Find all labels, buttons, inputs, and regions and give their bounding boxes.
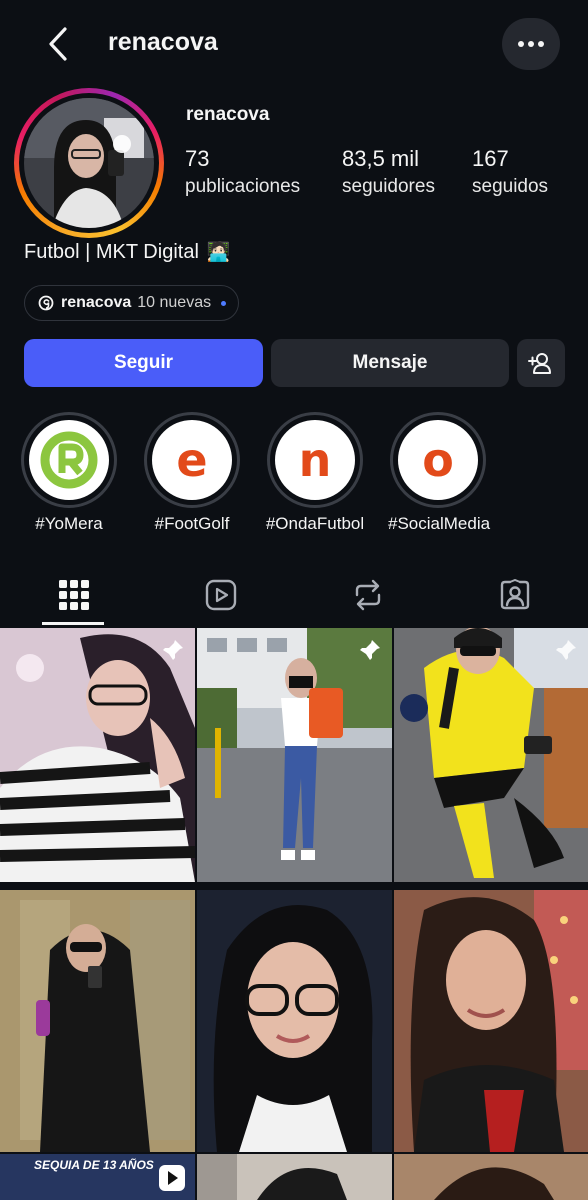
- highlight-letter: o: [422, 433, 454, 487]
- tab-grid[interactable]: [0, 566, 147, 624]
- tab-reels[interactable]: [147, 566, 294, 624]
- highlight-label: #FootGolf: [154, 514, 230, 533]
- post-tile[interactable]: [394, 1154, 588, 1200]
- pin-icon: [360, 640, 380, 660]
- highlight-ondafutbol[interactable]: n #OndaFutbol: [265, 412, 365, 534]
- posts-stat[interactable]: 73 publicaciones: [185, 146, 300, 198]
- reel-play-icon: [159, 1165, 185, 1191]
- page-title: renacova: [108, 28, 218, 56]
- add-person-icon: [528, 353, 551, 374]
- active-tab-indicator: [42, 622, 104, 625]
- reels-icon: [205, 579, 236, 611]
- following-stat[interactable]: 167 seguidos: [472, 146, 548, 198]
- highlight-letter: e: [176, 433, 208, 487]
- highlight-label: #SocialMedia: [388, 514, 491, 533]
- highlight-letter: n: [298, 433, 332, 487]
- following-label: seguidos: [472, 176, 549, 197]
- video-banner-text: SEQUIA DE 13 AÑOS: [34, 1158, 154, 1172]
- posts-count: 73: [185, 146, 210, 171]
- following-count: 167: [472, 146, 509, 171]
- profile-bio: Futbol | MKT Digital 🧑🏻‍💻: [24, 240, 231, 264]
- profile-tabs: [0, 566, 588, 626]
- pin-icon: [556, 640, 576, 660]
- follow-button[interactable]: Seguir: [24, 339, 263, 387]
- post-tile[interactable]: [197, 1154, 392, 1200]
- threads-username: renacova: [61, 294, 132, 311]
- followers-label: seguidores: [342, 176, 435, 197]
- pin-icon: [163, 640, 183, 660]
- post-tile[interactable]: [197, 890, 392, 1152]
- post-tile[interactable]: SEQUIA DE 13 AÑOS: [0, 1154, 195, 1200]
- yomera-logo-icon: [35, 426, 103, 494]
- highlight-label: #YoMera: [35, 514, 103, 533]
- tab-reposts[interactable]: [294, 566, 441, 624]
- back-button[interactable]: [40, 24, 76, 64]
- followers-stat[interactable]: 83,5 mil seguidores: [342, 146, 435, 198]
- chevron-left-icon: [49, 27, 67, 61]
- threads-new-count: 10 nuevas: [137, 294, 212, 311]
- post-tile[interactable]: [197, 628, 392, 882]
- post-tile[interactable]: [394, 628, 588, 882]
- more-options-button[interactable]: [502, 18, 560, 70]
- posts-label: publicaciones: [185, 176, 301, 197]
- highlight-label: #OndaFutbol: [265, 514, 365, 533]
- tab-tagged[interactable]: [441, 566, 588, 624]
- avatar-image: [24, 98, 154, 228]
- threads-badge[interactable]: renacova 10 nuevas: [24, 285, 240, 321]
- avatar[interactable]: [14, 88, 164, 238]
- post-tile[interactable]: [394, 890, 588, 1152]
- reposts-icon: [355, 579, 380, 611]
- followers-count: 83,5 mil: [342, 146, 420, 171]
- profile-header: renacova: [0, 0, 588, 88]
- highlight-footgolf[interactable]: e #FootGolf: [142, 412, 242, 534]
- highlight-yomera[interactable]: #YoMera: [19, 412, 119, 534]
- more-dots-icon: [518, 41, 544, 47]
- technologist-emoji: 🧑🏻‍💻: [206, 242, 231, 263]
- post-tile[interactable]: [0, 890, 195, 1152]
- new-indicator-dot: [221, 300, 227, 306]
- threads-icon: [38, 295, 54, 311]
- message-button[interactable]: Mensaje: [271, 339, 509, 387]
- post-tile[interactable]: [0, 628, 195, 882]
- add-person-button[interactable]: [517, 339, 565, 387]
- tagged-icon: [500, 579, 529, 610]
- profile-username: renacova: [186, 104, 270, 125]
- highlight-socialmedia[interactable]: o #SocialMedia: [388, 412, 491, 534]
- grid-icon: [58, 580, 89, 610]
- bio-text: Futbol | MKT Digital: [24, 240, 199, 263]
